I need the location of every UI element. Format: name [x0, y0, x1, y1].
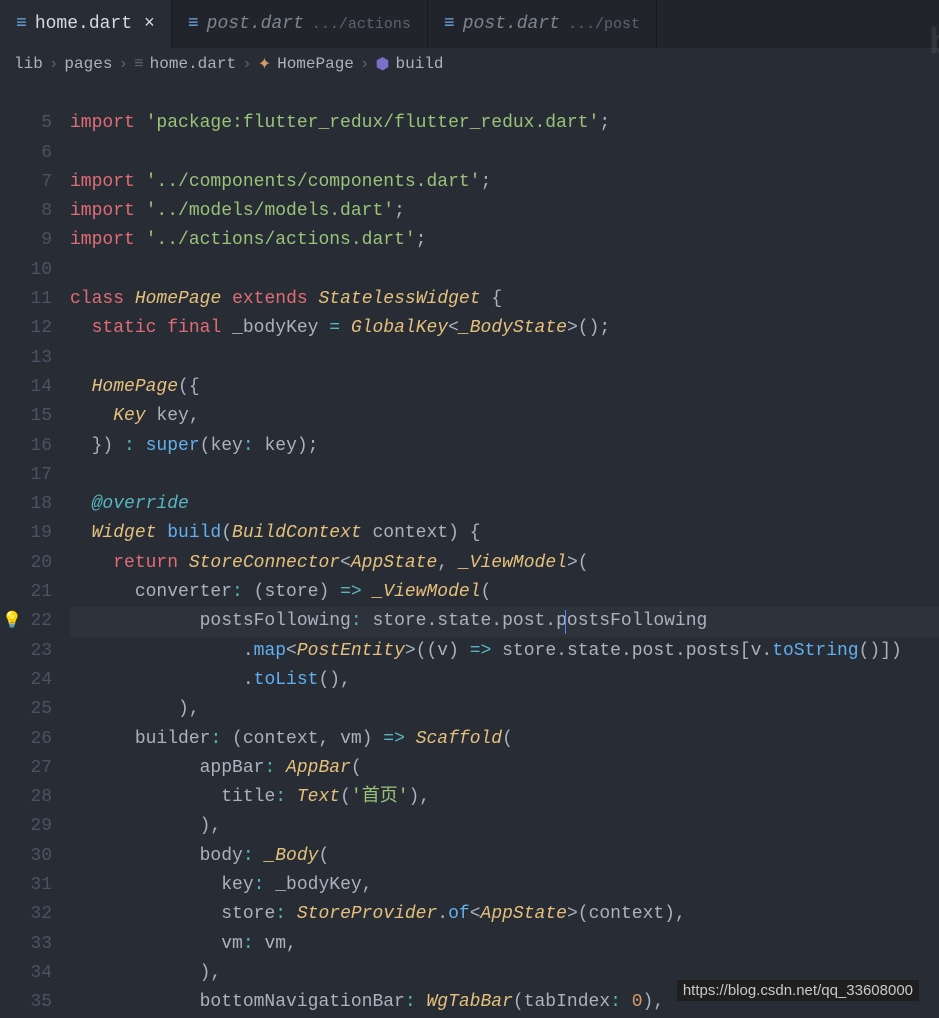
code-line: [70, 80, 939, 109]
breadcrumb-item[interactable]: home.dart: [150, 55, 236, 73]
tab-label: post.dart: [463, 14, 560, 34]
tab-path: .../actions: [312, 16, 411, 33]
chevron-right-icon: ›: [118, 55, 128, 73]
file-icon: ≡: [16, 14, 27, 34]
chevron-right-icon: ›: [49, 55, 59, 73]
line-number: 5: [0, 109, 52, 138]
code-line: body: _Body(: [70, 842, 939, 871]
code-line: vm: vm,: [70, 930, 939, 959]
line-number: 14: [0, 373, 52, 402]
code-line: Widget build(BuildContext context) {: [70, 519, 939, 548]
method-icon: ⬢: [376, 54, 390, 74]
breadcrumb-item[interactable]: pages: [64, 55, 112, 73]
code-line: .map<PostEntity>((v) => store.state.post…: [70, 637, 939, 666]
line-number: 7: [0, 168, 52, 197]
line-number: 27: [0, 754, 52, 783]
line-number: 19: [0, 519, 52, 548]
file-icon: ≡: [188, 14, 199, 34]
code-line: Key key,: [70, 402, 939, 431]
code-line: converter: (store) => _ViewModel(: [70, 578, 939, 607]
tab-path: .../post: [568, 16, 640, 33]
code-area[interactable]: import 'package:flutter_redux/flutter_re…: [70, 80, 939, 1018]
line-number: 17: [0, 461, 52, 490]
tab-label: post.dart: [207, 14, 304, 34]
code-line: static final _bodyKey = GlobalKey<_BodyS…: [70, 314, 939, 343]
breadcrumb-item[interactable]: lib: [14, 55, 43, 73]
code-line: 💡 postsFollowing: store.state.post.posts…: [70, 607, 939, 636]
line-number: 10: [0, 256, 52, 285]
line-number: 23: [0, 637, 52, 666]
code-line: [70, 461, 939, 490]
url-tooltip: https://blog.csdn.net/qq_33608000: [677, 980, 919, 1001]
line-number: 8: [0, 197, 52, 226]
line-number: 32: [0, 900, 52, 929]
line-number: 12: [0, 314, 52, 343]
code-line: ),: [70, 812, 939, 841]
code-line: appBar: AppBar(: [70, 754, 939, 783]
close-icon[interactable]: ×: [144, 14, 155, 34]
line-number: 15: [0, 402, 52, 431]
line-number: 31: [0, 871, 52, 900]
line-number: 6: [0, 139, 52, 168]
line-number: 21: [0, 578, 52, 607]
code-line: store: StoreProvider.of<AppState>(contex…: [70, 900, 939, 929]
code-line: @override: [70, 490, 939, 519]
code-line: [70, 139, 939, 168]
code-line: .toList(),: [70, 666, 939, 695]
code-line: class HomePage extends StatelessWidget {: [70, 285, 939, 314]
tab-label: home.dart: [35, 14, 132, 34]
breadcrumb[interactable]: lib › pages › ≡ home.dart › ✦ HomePage ›…: [0, 48, 939, 80]
file-icon: ≡: [444, 14, 455, 34]
tab-post-post[interactable]: ≡ post.dart .../post: [428, 0, 657, 48]
code-line: [70, 344, 939, 373]
breadcrumb-item[interactable]: HomePage: [277, 55, 354, 73]
line-number: 26: [0, 725, 52, 754]
text-cursor: [565, 610, 566, 634]
line-number: 29: [0, 812, 52, 841]
code-line: title: Text('首页'),: [70, 783, 939, 812]
line-number: 25: [0, 695, 52, 724]
line-number: 20: [0, 549, 52, 578]
tab-post-actions[interactable]: ≡ post.dart .../actions: [172, 0, 428, 48]
code-line: import '../actions/actions.dart';: [70, 226, 939, 255]
line-number: [0, 80, 52, 109]
code-line: key: _bodyKey,: [70, 871, 939, 900]
code-line: ),: [70, 695, 939, 724]
code-line: import '../components/components.dart';: [70, 168, 939, 197]
watermark: b: [929, 20, 939, 62]
code-line: return StoreConnector<AppState, _ViewMod…: [70, 549, 939, 578]
code-line: builder: (context, vm) => Scaffold(: [70, 725, 939, 754]
code-line: import '../models/models.dart';: [70, 197, 939, 226]
line-number: 30: [0, 842, 52, 871]
line-number: 24: [0, 666, 52, 695]
file-icon: ≡: [134, 55, 144, 73]
tab-home-dart[interactable]: ≡ home.dart ×: [0, 0, 172, 48]
code-line: import 'package:flutter_redux/flutter_re…: [70, 109, 939, 138]
class-icon: ✦: [258, 54, 271, 74]
editor[interactable]: 5 6 7 8 9 10 11 12 13 14 15 16 17 18 19 …: [0, 80, 939, 1018]
line-number: 35: [0, 988, 52, 1017]
line-number: 28: [0, 783, 52, 812]
line-number: 13: [0, 344, 52, 373]
chevron-right-icon: ›: [242, 55, 252, 73]
chevron-right-icon: ›: [360, 55, 370, 73]
line-number: 11: [0, 285, 52, 314]
line-gutter: 5 6 7 8 9 10 11 12 13 14 15 16 17 18 19 …: [0, 80, 70, 1018]
line-number: 9: [0, 226, 52, 255]
code-line: }) : super(key: key);: [70, 432, 939, 461]
line-number: 18: [0, 490, 52, 519]
code-line: HomePage({: [70, 373, 939, 402]
line-number: 16: [0, 432, 52, 461]
code-line: [70, 256, 939, 285]
lightbulb-icon[interactable]: 💡: [2, 607, 22, 636]
breadcrumb-item[interactable]: build: [395, 55, 443, 73]
line-number: 34: [0, 959, 52, 988]
line-number: 33: [0, 930, 52, 959]
tab-bar: ≡ home.dart × ≡ post.dart .../actions ≡ …: [0, 0, 939, 48]
